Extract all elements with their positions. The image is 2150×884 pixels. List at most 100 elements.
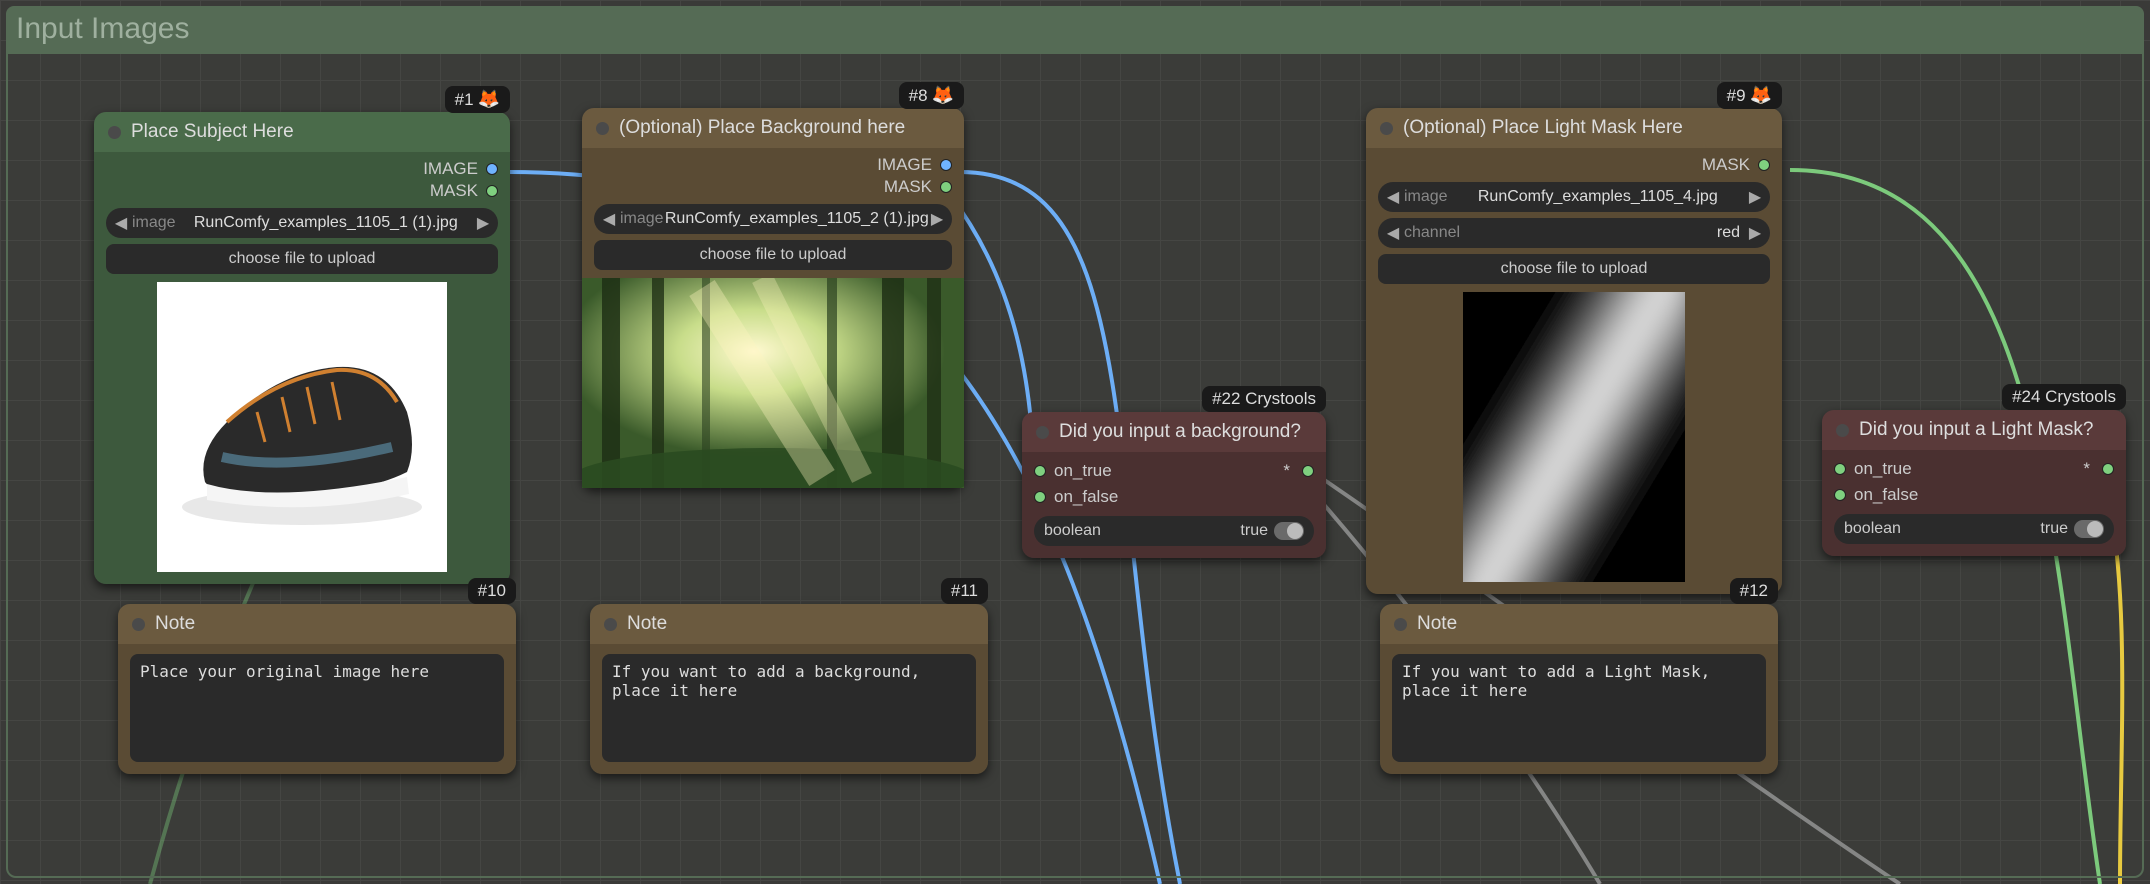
input-port-on-true[interactable] (1834, 463, 1846, 475)
output-port-star[interactable] (2102, 463, 2114, 475)
node-badge: #8 (899, 82, 964, 109)
toggle-value: true (1240, 522, 1268, 540)
node-place-light-mask[interactable]: #9 (Optional) Place Light Mask Here MASK… (1366, 108, 1782, 594)
node-badge: #12 (1730, 578, 1778, 604)
node-title: Place Subject Here (131, 121, 294, 143)
node-header[interactable]: Note (1380, 604, 1778, 644)
node-header[interactable]: Note (118, 604, 516, 644)
image-selector-widget[interactable]: ◀ image RunComfy_examples_1105_2 (1).jpg… (594, 204, 952, 234)
node-note-3[interactable]: #12 Note If you want to add a Light Mask… (1380, 604, 1778, 774)
out-label-image: IMAGE (877, 155, 932, 175)
upload-button[interactable]: choose file to upload (106, 244, 498, 274)
node-title: Did you input a background? (1059, 421, 1301, 443)
out-label-mask: MASK (1702, 155, 1750, 175)
node-title: (Optional) Place Light Mask Here (1403, 117, 1683, 139)
collapse-dot-icon[interactable] (1380, 122, 1393, 135)
node-title: Note (627, 613, 667, 635)
widget-label: image (1404, 188, 1448, 206)
node-header[interactable]: Note (590, 604, 988, 644)
toggle-pill-icon[interactable] (2074, 520, 2104, 538)
collapse-dot-icon[interactable] (596, 122, 609, 135)
node-badge: #22 Crystools (1202, 386, 1326, 412)
boolean-toggle[interactable]: boolean true (1034, 516, 1314, 546)
output-port-image[interactable] (940, 159, 952, 171)
toggle-label: boolean (1044, 522, 1101, 540)
collapse-dot-icon[interactable] (132, 618, 145, 631)
image-selector-widget[interactable]: ◀ image RunComfy_examples_1105_1 (1).jpg… (106, 208, 498, 238)
input-port-on-false[interactable] (1034, 491, 1046, 503)
collapse-dot-icon[interactable] (108, 126, 121, 139)
widget-label: image (132, 214, 176, 232)
node-cond-lightmask[interactable]: #24 Crystools Did you input a Light Mask… (1822, 410, 2126, 556)
input-port-on-true[interactable] (1034, 465, 1046, 477)
collapse-dot-icon[interactable] (604, 618, 617, 631)
output-port-mask[interactable] (1758, 159, 1770, 171)
out-label-star: * (1283, 461, 1290, 481)
toggle-pill-icon[interactable] (1274, 522, 1304, 540)
out-label-mask: MASK (884, 177, 932, 197)
toggle-label: boolean (1844, 520, 1901, 538)
channel-selector-widget[interactable]: ◀ channel red ▶ (1378, 218, 1770, 248)
node-title: (Optional) Place Background here (619, 117, 905, 139)
node-header[interactable]: Did you input a background? (1022, 412, 1326, 452)
image-selector-widget[interactable]: ◀ image RunComfy_examples_1105_4.jpg ▶ (1378, 182, 1770, 212)
upload-button[interactable]: choose file to upload (594, 240, 952, 270)
toggle-value: true (2040, 520, 2068, 538)
image-preview (106, 282, 498, 572)
node-title: Note (155, 613, 195, 635)
collapse-dot-icon[interactable] (1394, 618, 1407, 631)
node-note-1[interactable]: #10 Note Place your original image here (118, 604, 516, 774)
note-textarea[interactable]: Place your original image here (130, 654, 504, 762)
output-port-mask[interactable] (486, 185, 498, 197)
upload-button[interactable]: choose file to upload (1378, 254, 1770, 284)
widget-label: channel (1404, 224, 1460, 242)
note-textarea[interactable]: If you want to add a background, place i… (602, 654, 976, 762)
node-cond-background[interactable]: #22 Crystools Did you input a background… (1022, 412, 1326, 558)
out-label-mask: MASK (430, 181, 478, 201)
node-place-subject[interactable]: #1 Place Subject Here IMAGE MASK ◀ image… (94, 112, 510, 584)
next-arrow-icon[interactable]: ▶ (476, 213, 490, 233)
widget-label: image (620, 210, 664, 228)
next-arrow-icon[interactable]: ▶ (1748, 187, 1762, 207)
in-label-on-true: on_true (1854, 459, 1912, 479)
note-textarea[interactable]: If you want to add a Light Mask, place i… (1392, 654, 1766, 762)
node-badge: #24 Crystools (2002, 384, 2126, 410)
group-title: Input Images (6, 6, 2144, 54)
node-place-background[interactable]: #8 (Optional) Place Background here IMAG… (582, 108, 964, 488)
next-arrow-icon[interactable]: ▶ (1748, 223, 1762, 243)
node-note-2[interactable]: #11 Note If you want to add a background… (590, 604, 988, 774)
output-port-mask[interactable] (940, 181, 952, 193)
node-badge: #11 (941, 578, 988, 604)
in-label-on-false: on_false (1054, 487, 1118, 507)
prev-arrow-icon[interactable]: ◀ (114, 213, 128, 233)
node-badge: #1 (445, 86, 510, 113)
widget-value: RunComfy_examples_1105_4.jpg (1448, 188, 1748, 206)
collapse-dot-icon[interactable] (1036, 426, 1049, 439)
in-label-on-false: on_false (1854, 485, 1918, 505)
preview-lightmask-icon (1463, 292, 1685, 582)
next-arrow-icon[interactable]: ▶ (930, 209, 944, 229)
image-preview (1378, 292, 1770, 582)
boolean-toggle[interactable]: boolean true (1834, 514, 2114, 544)
node-header[interactable]: Did you input a Light Mask? (1822, 410, 2126, 450)
node-badge: #10 (468, 578, 516, 604)
widget-value: RunComfy_examples_1105_2 (1).jpg (664, 210, 930, 228)
node-header[interactable]: Place Subject Here (94, 112, 510, 152)
prev-arrow-icon[interactable]: ◀ (1386, 223, 1400, 243)
prev-arrow-icon[interactable]: ◀ (1386, 187, 1400, 207)
preview-forest-icon (582, 278, 964, 488)
prev-arrow-icon[interactable]: ◀ (602, 209, 616, 229)
out-label-star: * (2083, 459, 2090, 479)
widget-value: red (1460, 224, 1748, 242)
output-port-image[interactable] (486, 163, 498, 175)
node-header[interactable]: (Optional) Place Light Mask Here (1366, 108, 1782, 148)
input-port-on-false[interactable] (1834, 489, 1846, 501)
out-label-image: IMAGE (423, 159, 478, 179)
node-title: Note (1417, 613, 1457, 635)
output-port-star[interactable] (1302, 465, 1314, 477)
in-label-on-true: on_true (1054, 461, 1112, 481)
preview-shoe-icon (157, 282, 447, 572)
collapse-dot-icon[interactable] (1836, 424, 1849, 437)
node-title: Did you input a Light Mask? (1859, 419, 2093, 441)
node-header[interactable]: (Optional) Place Background here (582, 108, 964, 148)
